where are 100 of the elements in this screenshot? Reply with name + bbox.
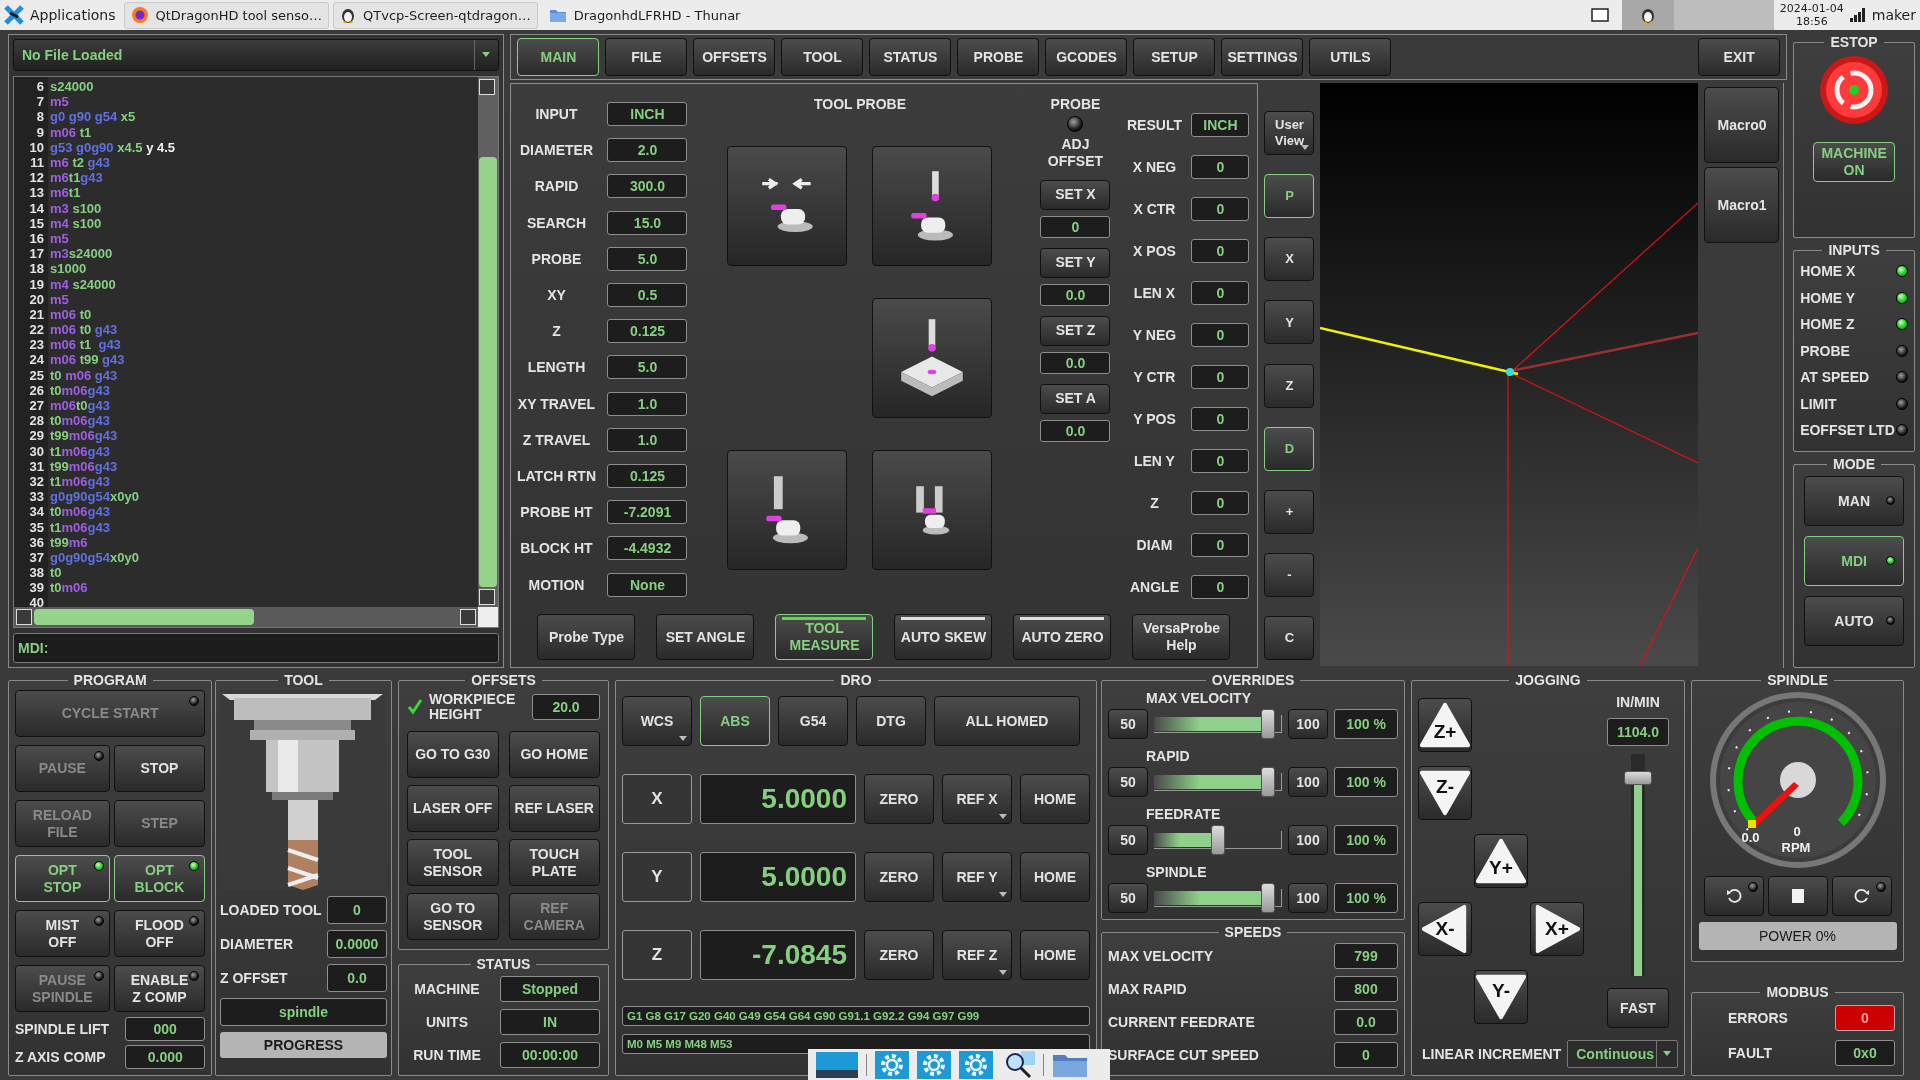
value-field[interactable]: 0.000 xyxy=(125,1045,206,1069)
value-field[interactable]: 1.0 xyxy=(607,391,688,416)
dro-mode-button[interactable]: ABS xyxy=(700,696,770,746)
value-field[interactable]: 5.0 xyxy=(607,246,688,271)
set-button[interactable]: SET A xyxy=(1040,383,1111,414)
zero-button[interactable]: ZERO xyxy=(864,774,934,824)
zero-button[interactable]: ZERO xyxy=(864,930,934,980)
value-field[interactable]: 0.125 xyxy=(607,463,688,488)
program-button[interactable]: STOP xyxy=(113,745,206,792)
taskbar-button[interactable]: QtDragonHD tool senso… xyxy=(123,1,330,29)
jog-button[interactable]: Y- xyxy=(1474,970,1528,1024)
min-button[interactable]: 50 xyxy=(1108,883,1148,913)
offset-button[interactable]: TOUCH PLATE xyxy=(508,839,600,886)
jog-button[interactable]: X- xyxy=(1418,902,1472,956)
taskbar-button[interactable]: QTvcp-Screen-qtdragon… xyxy=(333,1,538,29)
jog-rate-field[interactable]: 1104.0 xyxy=(1607,718,1669,746)
min-button[interactable]: 50 xyxy=(1108,767,1148,797)
mode-button[interactable]: AUTO xyxy=(1804,596,1905,646)
view-button[interactable]: X xyxy=(1264,237,1315,282)
tab[interactable]: UTILS xyxy=(1309,38,1392,76)
program-button[interactable]: OPT STOP xyxy=(15,855,110,902)
value-field[interactable]: 0 xyxy=(1040,215,1111,238)
probe-action-button[interactable]: TOOL MEASURE xyxy=(775,614,874,660)
increment-dropdown[interactable]: Continuous xyxy=(1567,1040,1678,1068)
set-button[interactable]: SET Z xyxy=(1040,315,1111,346)
view-button[interactable]: Y xyxy=(1264,300,1315,345)
value-field[interactable]: 2.0 xyxy=(607,138,688,163)
value-field[interactable]: INCH xyxy=(607,102,688,127)
value-field[interactable]: 20.0 xyxy=(532,694,600,720)
mode-button[interactable]: MAN xyxy=(1804,476,1905,526)
max-button[interactable]: 100 xyxy=(1288,883,1328,913)
value-field[interactable]: -7.2091 xyxy=(607,500,688,525)
min-button[interactable]: 50 xyxy=(1108,709,1148,739)
set-button[interactable]: SET Y xyxy=(1040,247,1111,278)
program-button[interactable]: MIST OFF xyxy=(15,910,110,957)
probe-action-button[interactable]: VersaProbe Help xyxy=(1132,614,1231,660)
value-field[interactable]: 15.0 xyxy=(607,210,688,235)
value-field[interactable]: None xyxy=(607,572,688,597)
ref-button[interactable]: REF Y xyxy=(942,852,1012,902)
zero-button[interactable]: ZERO xyxy=(864,852,934,902)
value-field[interactable]: -4.4932 xyxy=(607,536,688,561)
value-field[interactable]: 0.125 xyxy=(607,319,688,344)
tab[interactable]: SETTINGS xyxy=(1221,38,1304,76)
taskbar-button[interactable]: DragonhdLFRHD - Thunar xyxy=(541,1,748,29)
probe-action-button[interactable]: Probe Type xyxy=(537,614,636,660)
offset-button[interactable]: TOOL SENSOR xyxy=(407,839,499,886)
set-button[interactable]: SET X xyxy=(1040,179,1111,210)
offset-button[interactable]: REF LASER xyxy=(508,785,600,832)
dro-mode-button[interactable]: G54 xyxy=(778,696,848,746)
offset-button[interactable]: GO TO G30 xyxy=(407,731,499,778)
program-button[interactable]: OPT BLOCK xyxy=(113,855,206,902)
clock[interactable]: 2024-01-04 18:56 xyxy=(1773,2,1850,28)
view-button[interactable]: D xyxy=(1264,426,1315,471)
ref-button[interactable]: REF X xyxy=(942,774,1012,824)
offset-button[interactable]: GO HOME xyxy=(508,731,600,778)
jog-button[interactable]: Z- xyxy=(1418,766,1472,820)
home-button[interactable]: HOME xyxy=(1020,852,1090,902)
home-button[interactable]: HOME xyxy=(1020,930,1090,980)
max-button[interactable]: 100 xyxy=(1288,825,1328,855)
home-button[interactable]: HOME xyxy=(1020,774,1090,824)
probe-action-button[interactable]: SET ANGLE xyxy=(656,614,755,660)
value-field[interactable]: 1.0 xyxy=(607,427,688,452)
dro-mode-button[interactable]: WCS xyxy=(622,696,692,746)
jog-button[interactable]: X+ xyxy=(1530,902,1584,956)
program-button[interactable]: ENABLE Z COMP xyxy=(113,965,206,1012)
view-button[interactable]: P xyxy=(1264,174,1315,219)
probe-action-button[interactable]: AUTO SKEW xyxy=(894,614,993,660)
view-button[interactable]: - xyxy=(1264,552,1315,597)
machine-on-button[interactable]: MACHINE ON xyxy=(1813,142,1896,182)
tab[interactable]: SETUP xyxy=(1133,38,1216,76)
jog-button[interactable]: Z+ xyxy=(1418,698,1472,752)
max-button[interactable]: 100 xyxy=(1288,709,1328,739)
tab[interactable]: GCODES xyxy=(1045,38,1128,76)
tab[interactable]: STATUS xyxy=(869,38,952,76)
view-button[interactable]: Z xyxy=(1264,363,1315,408)
tab[interactable]: MAIN xyxy=(517,38,600,76)
view-button[interactable]: User View xyxy=(1264,111,1315,155)
tab[interactable]: OFFSETS xyxy=(693,38,776,76)
tab[interactable]: FILE xyxy=(605,38,688,76)
probe-action-button[interactable]: AUTO ZERO xyxy=(1013,614,1112,660)
tab[interactable]: TOOL xyxy=(781,38,864,76)
applications-menu[interactable]: Applications xyxy=(0,5,124,25)
program-button[interactable]: FLOOD OFF xyxy=(113,910,206,957)
fast-button[interactable]: FAST xyxy=(1607,988,1669,1028)
view-button[interactable]: C xyxy=(1264,616,1315,660)
value-field[interactable]: 000 xyxy=(125,1017,206,1041)
dro-mode-button[interactable]: ALL HOMED xyxy=(934,696,1080,746)
macro-button[interactable]: Macro1 xyxy=(1704,167,1780,243)
value-field[interactable]: 0.0 xyxy=(1040,351,1111,374)
exit-button[interactable]: EXIT xyxy=(1698,38,1781,76)
offset-button[interactable]: LASER OFF xyxy=(407,785,499,832)
file-selector[interactable]: No File Loaded xyxy=(13,39,500,71)
max-button[interactable]: 100 xyxy=(1288,767,1328,797)
macro-button[interactable]: Macro0 xyxy=(1704,87,1780,163)
offset-button[interactable]: GO TO SENSOR xyxy=(407,893,499,940)
mdi-field[interactable]: MDI: xyxy=(13,633,500,663)
value-field[interactable]: 5.0 xyxy=(607,355,688,380)
view-button[interactable]: + xyxy=(1264,489,1315,534)
tab[interactable]: PROBE xyxy=(957,38,1040,76)
dro-mode-button[interactable]: DTG xyxy=(856,696,926,746)
